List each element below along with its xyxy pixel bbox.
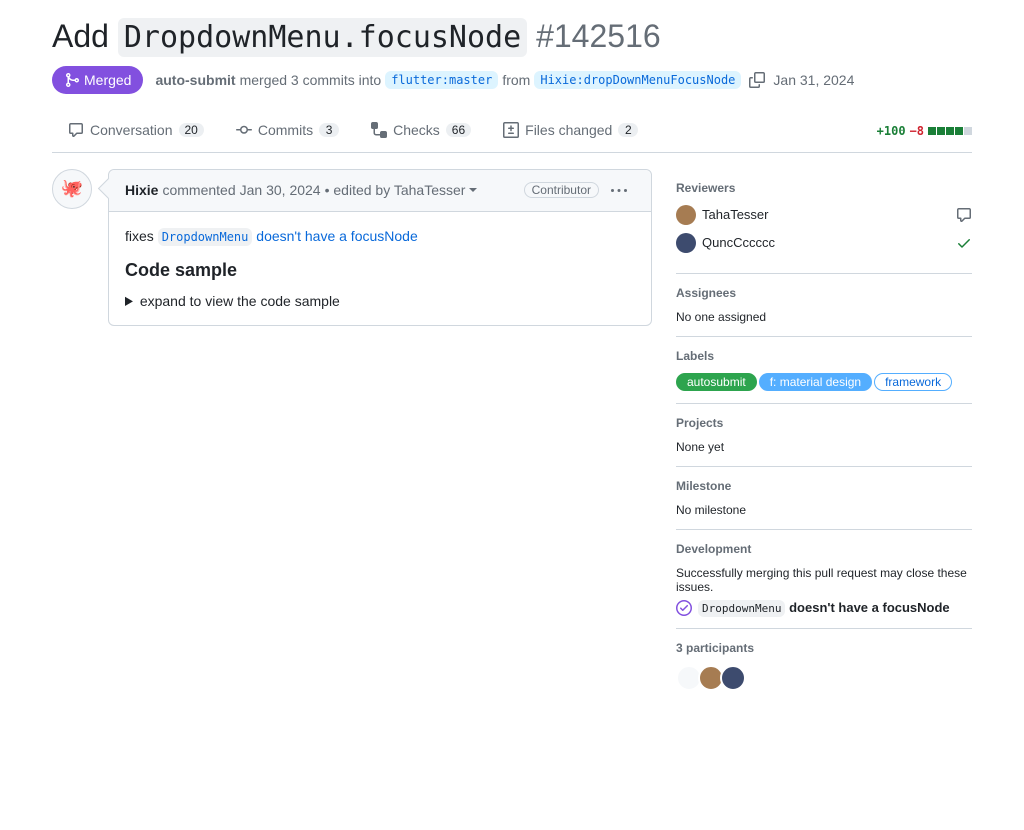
comment-icon (68, 122, 84, 138)
code-sample-heading: Code sample (125, 260, 635, 281)
diff-additions: +100 (877, 124, 906, 138)
issue-closed-icon (676, 600, 692, 616)
development-text: Successfully merging this pull request m… (676, 566, 972, 594)
head-branch[interactable]: Hixie:dropDownMenuFocusNode (534, 71, 741, 89)
tab-files[interactable]: Files changed 2 (487, 110, 654, 152)
projects-text: None yet (676, 440, 972, 454)
label-pill[interactable]: framework (874, 373, 952, 391)
pr-meta: Merged auto-submit merged 3 commits into… (52, 66, 972, 94)
sidebar-development: Development Successfully merging this pu… (676, 530, 972, 629)
tab-conversation[interactable]: Conversation 20 (52, 110, 220, 152)
commit-icon (236, 122, 252, 138)
tab-label: Commits (258, 122, 313, 138)
kebab-icon[interactable] (603, 178, 635, 203)
caret-down-icon[interactable] (469, 186, 477, 194)
comment-body: fixes DropdownMenu doesn't have a focusN… (109, 212, 651, 325)
sidebar-reviewers: Reviewers TahaTesser QuncCccccc (676, 169, 972, 274)
assignees-heading: Assignees (676, 286, 972, 300)
merge-icon (64, 72, 80, 88)
copy-icon[interactable] (745, 71, 769, 88)
timeline-comment: 🐙 Hixie commented Jan 30, 2024 • edited … (52, 169, 652, 326)
milestone-text: No milestone (676, 503, 972, 517)
reviewer-row[interactable]: TahaTesser (676, 205, 972, 225)
sidebar-milestone: Milestone No milestone (676, 467, 972, 530)
comment-header: Hixie commented Jan 30, 2024 • edited by… (109, 170, 651, 212)
labels-heading: Labels (676, 349, 972, 363)
tab-label: Conversation (90, 122, 173, 138)
label-pill[interactable]: autosubmit (676, 373, 757, 391)
details-summary[interactable]: expand to view the code sample (125, 293, 635, 309)
assignees-text: No one assigned (676, 310, 972, 324)
avatar (676, 233, 696, 253)
tab-commits[interactable]: Commits 3 (220, 110, 355, 152)
code-sample-details[interactable]: expand to view the code sample (125, 293, 635, 309)
sidebar-assignees: Assignees No one assigned (676, 274, 972, 337)
tab-label: Files changed (525, 122, 612, 138)
milestone-heading: Milestone (676, 479, 972, 493)
labels-container: autosubmitf: material designframework (676, 373, 972, 391)
from-text: from (502, 72, 530, 88)
issue-code: DropdownMenu (698, 600, 785, 617)
issue-suffix: doesn't have a focusNode (785, 600, 949, 615)
tabnav: Conversation 20 Commits 3 Checks 66 File… (52, 110, 972, 153)
diff-stats: +100 −8 (877, 124, 972, 138)
tab-count: 66 (446, 123, 471, 137)
linked-issue[interactable]: DropdownMenu doesn't have a focusNode (676, 600, 972, 616)
state-badge: Merged (52, 66, 143, 94)
base-branch[interactable]: flutter:master (385, 71, 498, 89)
checklist-icon (371, 122, 387, 138)
approved-icon (956, 234, 972, 251)
projects-heading: Projects (676, 416, 972, 430)
label-pill[interactable]: f: material design (759, 373, 872, 391)
issue-link-code: DropdownMenu (158, 228, 253, 246)
sidebar-labels: Labels autosubmitf: material designframe… (676, 337, 972, 404)
file-diff-icon (503, 122, 519, 138)
diff-deletions: −8 (910, 124, 924, 138)
reviewer-name: QuncCccccc (702, 235, 775, 250)
contributor-badge: Contributor (524, 182, 599, 198)
issue-link-suffix: doesn't have a focusNode (252, 228, 417, 244)
tab-checks[interactable]: Checks 66 (355, 110, 487, 152)
title-code: DropdownMenu.focusNode (118, 18, 527, 57)
pr-title: Add DropdownMenu.focusNode #142516 (52, 16, 972, 58)
review-comment-icon (956, 206, 972, 223)
title-prefix: Add (52, 18, 118, 54)
diff-bar (928, 127, 972, 135)
merge-author[interactable]: auto-submit (155, 72, 235, 88)
pr-number: #142516 (536, 18, 661, 54)
reviewers-heading: Reviewers (676, 181, 972, 195)
merge-date: Jan 31, 2024 (773, 72, 854, 88)
reviewer-name: TahaTesser (702, 207, 768, 222)
participants-row (676, 665, 972, 691)
comment-edited[interactable]: • edited by TahaTesser (325, 182, 466, 198)
state-label: Merged (84, 72, 131, 88)
sidebar-participants: 3 participants (676, 629, 972, 703)
sidebar-projects: Projects None yet (676, 404, 972, 467)
development-heading: Development (676, 542, 972, 556)
tab-count: 3 (319, 123, 339, 137)
issue-link[interactable]: DropdownMenu doesn't have a focusNode (158, 228, 418, 244)
tab-count: 20 (179, 123, 204, 137)
participants-heading: 3 participants (676, 641, 972, 655)
avatar[interactable] (720, 665, 746, 691)
avatar (676, 205, 696, 225)
reviewer-row[interactable]: QuncCccccc (676, 233, 972, 253)
comment-action: commented (162, 182, 235, 198)
merge-action: merged 3 commits into (240, 72, 382, 88)
avatar[interactable]: 🐙 (52, 169, 92, 209)
tab-count: 2 (618, 123, 638, 137)
comment-author[interactable]: Hixie (125, 182, 158, 198)
comment-date[interactable]: Jan 30, 2024 (240, 182, 321, 198)
body-prefix: fixes (125, 228, 158, 244)
tab-label: Checks (393, 122, 440, 138)
